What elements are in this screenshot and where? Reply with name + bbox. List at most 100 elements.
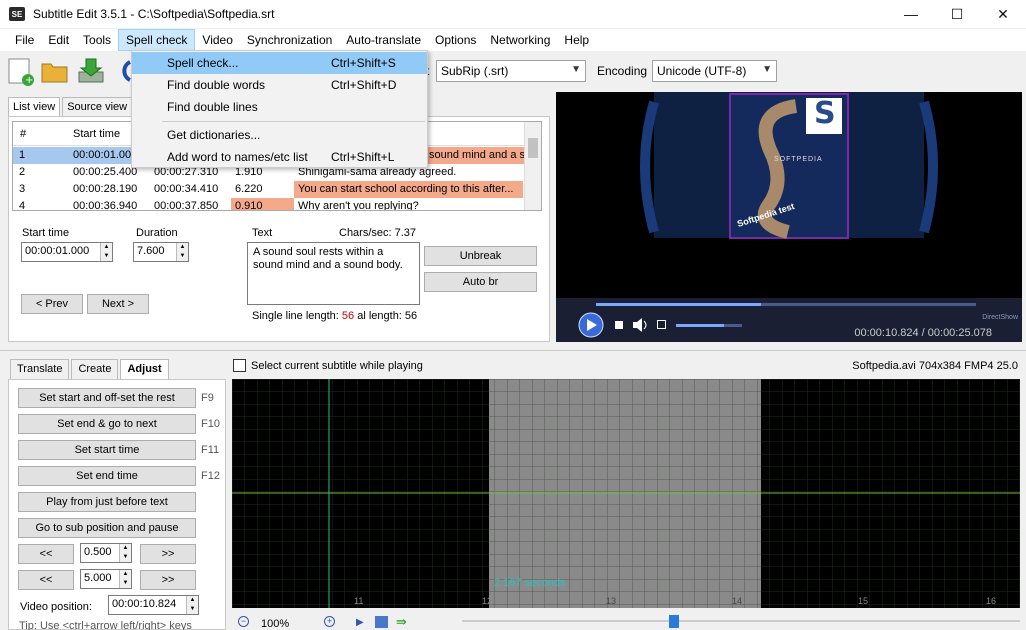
app-icon[interactable]: SE xyxy=(9,7,25,21)
chevron-down-icon: ▼ xyxy=(571,64,581,75)
spinner-arrows-icon[interactable]: ▲ ▼ xyxy=(119,570,131,588)
menu-video[interactable]: Video xyxy=(195,29,239,51)
menu-bar: File Edit Tools Spell check Video Synchr… xyxy=(0,29,1026,51)
tip-text: Tip: Use <ctrl+arrow left/right> keys xyxy=(19,620,192,630)
close-button[interactable]: ✕ xyxy=(980,0,1026,28)
tab-list-view[interactable]: List view xyxy=(8,97,61,117)
splitter[interactable] xyxy=(0,350,1026,351)
row-text: You can start school according to this a… xyxy=(298,183,514,195)
menu-item-add-word[interactable]: Add word to names/etc list Ctrl+Shift+L xyxy=(132,146,427,168)
volume-icon[interactable] xyxy=(632,318,648,332)
col-number[interactable]: # xyxy=(20,128,26,140)
menu-item-find-double-lines[interactable]: Find double lines xyxy=(132,96,427,118)
table-row[interactable]: 4 00:00:36.940 00:00:37.850 0.910 Why ar… xyxy=(13,198,527,211)
menu-auto-translate[interactable]: Auto-translate xyxy=(339,29,428,51)
line-length-info: Single line length: 56 al length: 56 xyxy=(252,310,418,322)
tick-label: 16 xyxy=(986,596,997,606)
menu-help[interactable]: Help xyxy=(557,29,596,51)
selection-duration: 2.167 seconds xyxy=(494,577,566,589)
renderer-label: DirectShow xyxy=(982,314,1018,321)
spinner-arrows-icon[interactable]: ▲ ▼ xyxy=(186,596,198,614)
waveform-slider-thumb[interactable] xyxy=(669,615,679,628)
spinner-arrows-icon[interactable]: ▲ ▼ xyxy=(176,243,188,261)
video-player[interactable]: S SOFTPEDIA Softpedia test xyxy=(556,92,1022,298)
save-download-icon[interactable] xyxy=(76,56,106,86)
video-position-input[interactable]: 00:00:10.824 ▲ ▼ xyxy=(108,595,199,615)
minimize-button[interactable]: — xyxy=(888,0,934,28)
next-button[interactable]: Next > xyxy=(87,294,149,314)
start-time-label: Start time xyxy=(22,227,70,239)
table-row[interactable]: 3 00:00:28.190 00:00:34.410 6.220 You ca… xyxy=(13,181,527,198)
window-title: Subtitle Edit 3.5.1 - C:\Softpedia\Softp… xyxy=(33,7,275,21)
stop-icon[interactable] xyxy=(615,321,623,329)
text-label: Text xyxy=(252,227,273,239)
forward-step2-button[interactable]: >> xyxy=(140,570,196,590)
menu-item-spell-check[interactable]: Spell check... Ctrl+Shift+S xyxy=(132,52,427,74)
tab-source-view[interactable]: Source view xyxy=(62,97,133,117)
menu-separator xyxy=(162,121,425,122)
zoom-out-icon[interactable]: − xyxy=(238,616,249,627)
tab-translate[interactable]: Translate xyxy=(10,359,70,379)
menu-edit[interactable]: Edit xyxy=(41,29,76,51)
step2-input[interactable]: 5.000 ▲ ▼ xyxy=(80,569,132,589)
waveform[interactable]: 2.167 seconds 11 12 13 14 15 16 xyxy=(232,379,1020,608)
row-text: sound mind and a s xyxy=(429,149,526,161)
back-step1-button[interactable]: << xyxy=(18,544,74,564)
set-end-next-button[interactable]: Set end & go to next xyxy=(18,414,196,434)
set-end-time-button[interactable]: Set end time xyxy=(18,466,196,486)
row-number: 2 xyxy=(19,166,26,178)
menu-spell-check[interactable]: Spell check xyxy=(118,29,196,51)
zoom-in-icon[interactable]: + xyxy=(324,616,335,627)
menu-file[interactable]: File xyxy=(8,29,41,51)
grid-scrollbar[interactable] xyxy=(524,122,541,210)
play-before-text-button[interactable]: Play from just before text xyxy=(18,492,196,512)
forward-arrows-icon[interactable]: ⇛ xyxy=(396,614,407,630)
title-bar: SE Subtitle Edit 3.5.1 - C:\Softpedia\So… xyxy=(0,0,1026,28)
row-text: Why aren't you replying? xyxy=(298,200,419,211)
step1-input[interactable]: 0.500 ▲ ▼ xyxy=(80,543,132,563)
unbreak-button[interactable]: Unbreak xyxy=(424,246,537,266)
subtitle-text-input[interactable]: A sound soul rests within a sound mind a… xyxy=(247,242,420,305)
menu-options[interactable]: Options xyxy=(428,29,483,51)
menu-synchronization[interactable]: Synchronization xyxy=(240,29,339,51)
set-start-offset-button[interactable]: Set start and off-set the rest xyxy=(18,388,196,408)
shortcut-label: F12 xyxy=(201,470,220,482)
duration-input[interactable]: 7.600 ▲ ▼ xyxy=(133,242,189,262)
menu-networking[interactable]: Networking xyxy=(483,29,557,51)
go-to-sub-position-button[interactable]: Go to sub position and pause xyxy=(18,518,196,538)
prev-button[interactable]: < Prev xyxy=(21,294,83,314)
start-time-input[interactable]: 00:00:01.000 ▲ ▼ xyxy=(21,242,113,262)
menu-item-get-dictionaries[interactable]: Get dictionaries... xyxy=(132,124,427,146)
set-start-time-button[interactable]: Set start time xyxy=(18,440,196,460)
open-folder-icon[interactable] xyxy=(40,56,70,86)
grid-view-icon[interactable] xyxy=(375,616,388,628)
spinner-arrows-icon[interactable]: ▲ ▼ xyxy=(100,243,112,261)
encoding-select[interactable]: Unicode (UTF-8) ▼ xyxy=(652,60,777,82)
duration-label: Duration xyxy=(136,227,178,239)
maximize-button[interactable]: ☐ xyxy=(934,0,980,28)
zoom-level[interactable]: 100% xyxy=(261,618,289,630)
new-file-icon[interactable]: + xyxy=(6,56,36,86)
play-icon[interactable] xyxy=(578,312,604,338)
menu-tools[interactable]: Tools xyxy=(76,29,118,51)
play-icon[interactable]: ▶ xyxy=(356,617,364,628)
back-step2-button[interactable]: << xyxy=(18,570,74,590)
cover-logo-letter: S xyxy=(814,96,836,131)
tick-label: 11 xyxy=(354,596,364,606)
fullscreen-icon[interactable] xyxy=(657,320,666,329)
file-info: Softpedia.avi 704x384 FMP4 25.0 xyxy=(852,360,1018,372)
menu-item-find-double-words[interactable]: Find double words Ctrl+Shift+D xyxy=(132,74,427,96)
forward-step1-button[interactable]: >> xyxy=(140,544,196,564)
video-icon[interactable] xyxy=(116,58,132,84)
encoding-label: Encoding xyxy=(597,64,648,78)
format-select[interactable]: SubRip (.srt) ▼ xyxy=(436,60,586,82)
tab-create[interactable]: Create xyxy=(71,359,119,379)
spinner-arrows-icon[interactable]: ▲ ▼ xyxy=(119,544,131,562)
col-start-time[interactable]: Start time xyxy=(73,128,120,140)
waveform-slider[interactable] xyxy=(462,620,1020,622)
row-end: 00:00:37.850 xyxy=(154,200,219,211)
select-current-checkbox[interactable] xyxy=(233,359,246,372)
auto-br-button[interactable]: Auto br xyxy=(424,272,537,292)
tab-adjust[interactable]: Adjust xyxy=(120,359,169,379)
video-progress-fill xyxy=(596,303,761,306)
